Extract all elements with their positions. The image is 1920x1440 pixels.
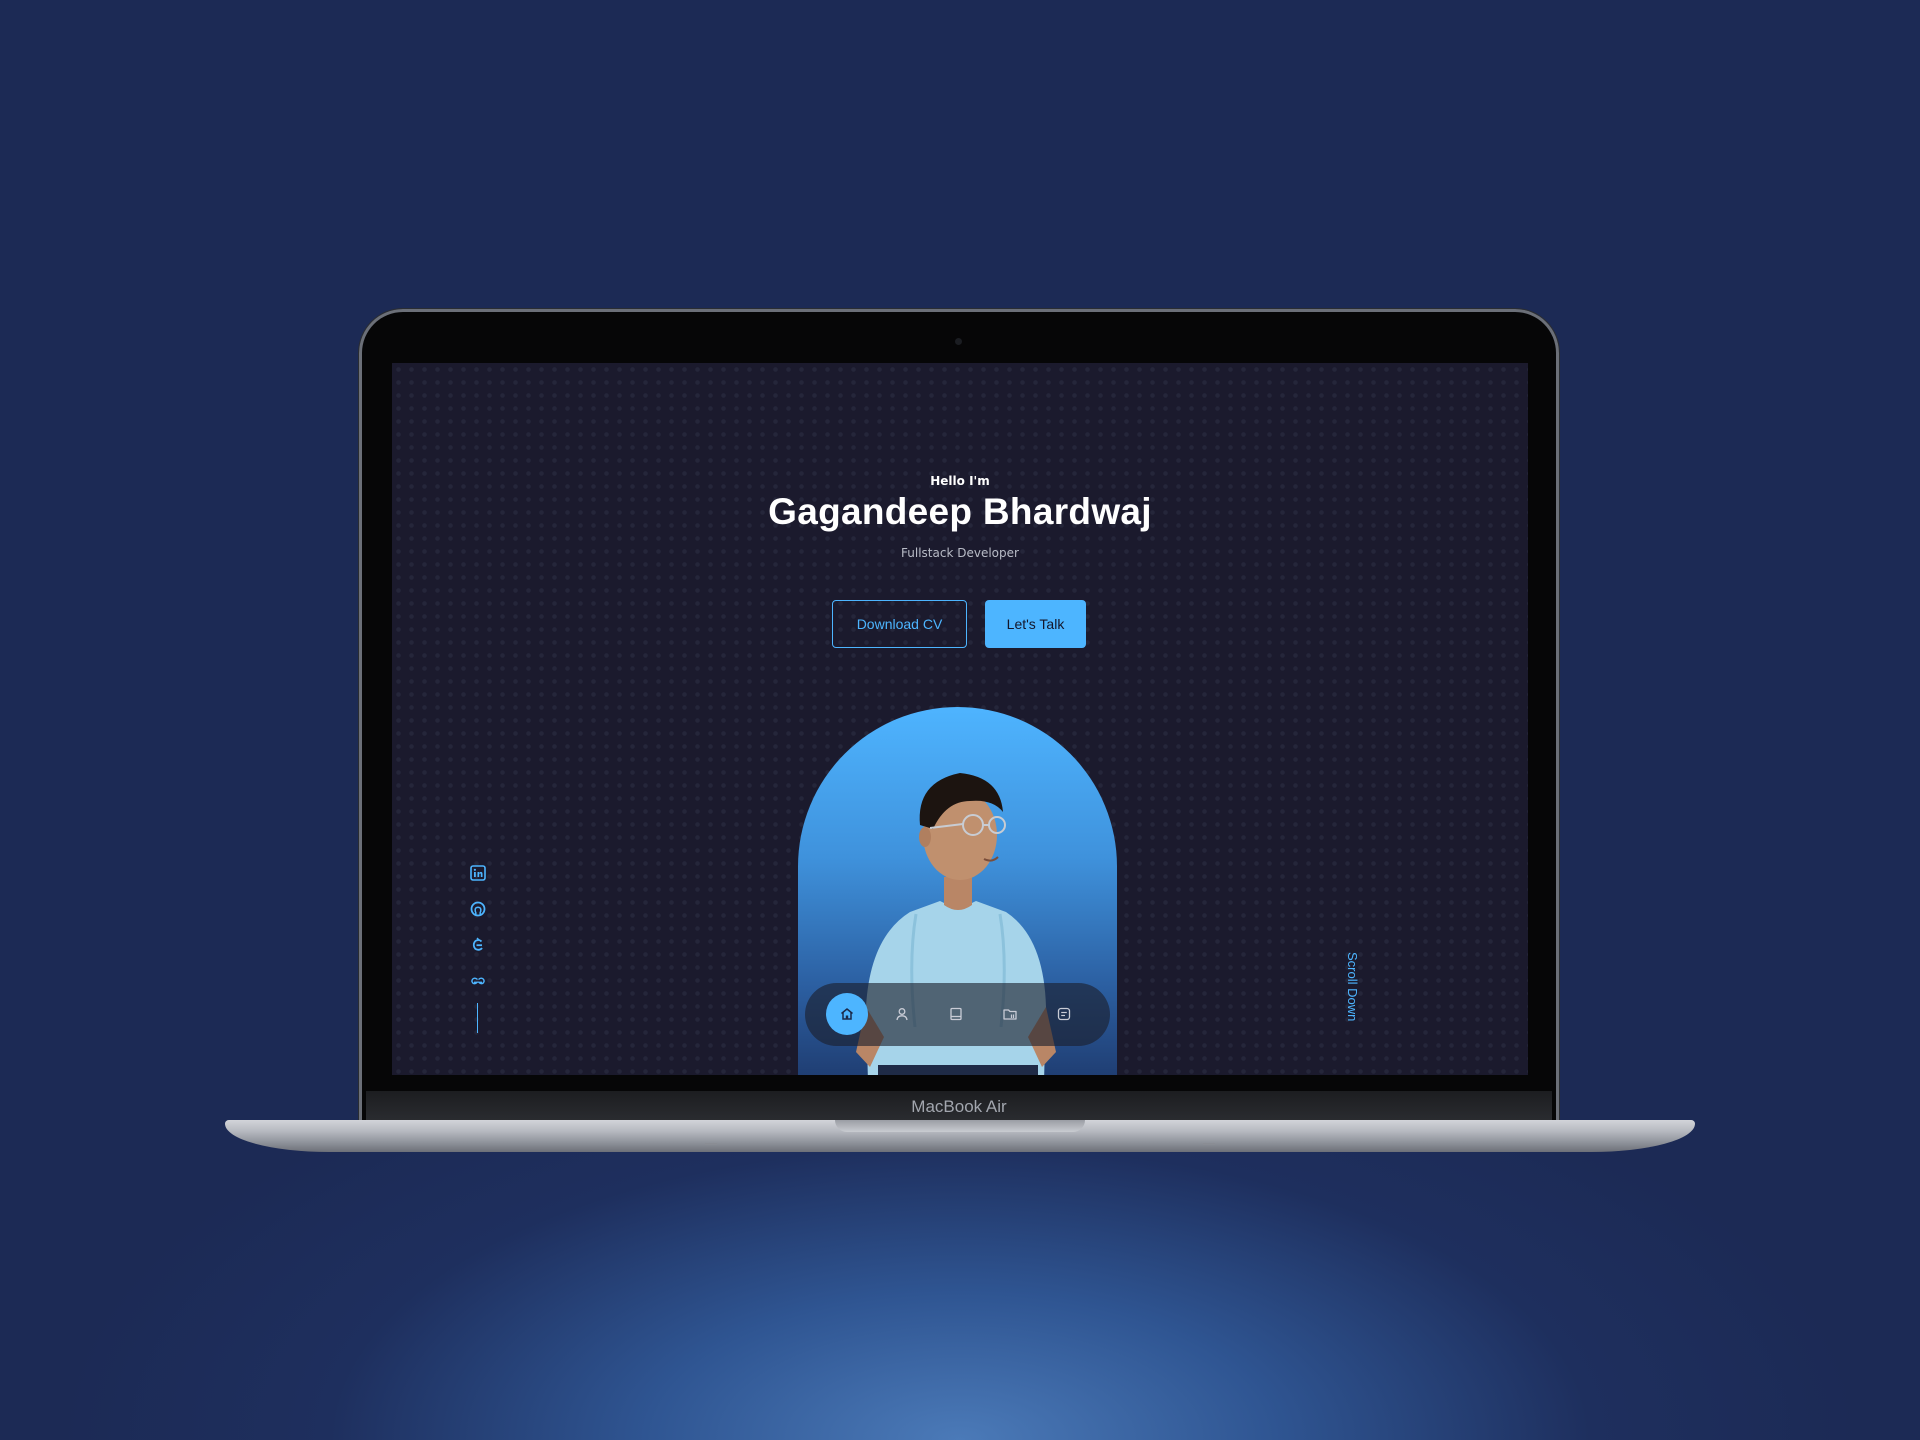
home-icon [841,1008,853,1020]
scroll-down-link[interactable]: Scroll Down [1344,952,1360,1042]
laptop-frame: Hello I'm Gagandeep Bhardwaj Fullstack D… [359,309,1559,1125]
linkedin-icon[interactable] [466,865,490,881]
website-screen: Hello I'm Gagandeep Bhardwaj Fullstack D… [392,363,1528,1075]
download-cv-button[interactable]: Download CV [832,600,967,648]
message-icon [1057,1007,1071,1021]
bottom-navigation [805,983,1110,1046]
laptop-foot-right [1203,1143,1215,1145]
laptop-base-notch [835,1120,1085,1132]
hero-role: Fullstack Developer [901,546,1019,560]
nav-about[interactable] [881,993,923,1035]
laptop-brand-label: MacBook Air [911,1097,1007,1116]
nav-portfolio[interactable] [989,993,1031,1035]
code-icon[interactable] [466,937,490,953]
camera-dot [955,338,962,345]
hero-name: Gagandeep Bhardwaj [768,491,1152,532]
geeksforgeeks-icon[interactable] [466,973,490,989]
nav-experience[interactable] [935,993,977,1035]
lets-talk-button[interactable]: Let's Talk [985,600,1086,648]
nav-contact[interactable] [1043,993,1085,1035]
folder-icon [1003,1009,1017,1020]
laptop-foot-left [705,1143,717,1145]
hero-greeting: Hello I'm [930,474,990,488]
social-divider-line [477,1003,478,1033]
laptop-base [225,1120,1695,1152]
user-icon [896,1008,908,1021]
nav-home[interactable] [826,993,868,1035]
github-icon[interactable] [466,901,490,917]
book-icon [950,1007,962,1021]
